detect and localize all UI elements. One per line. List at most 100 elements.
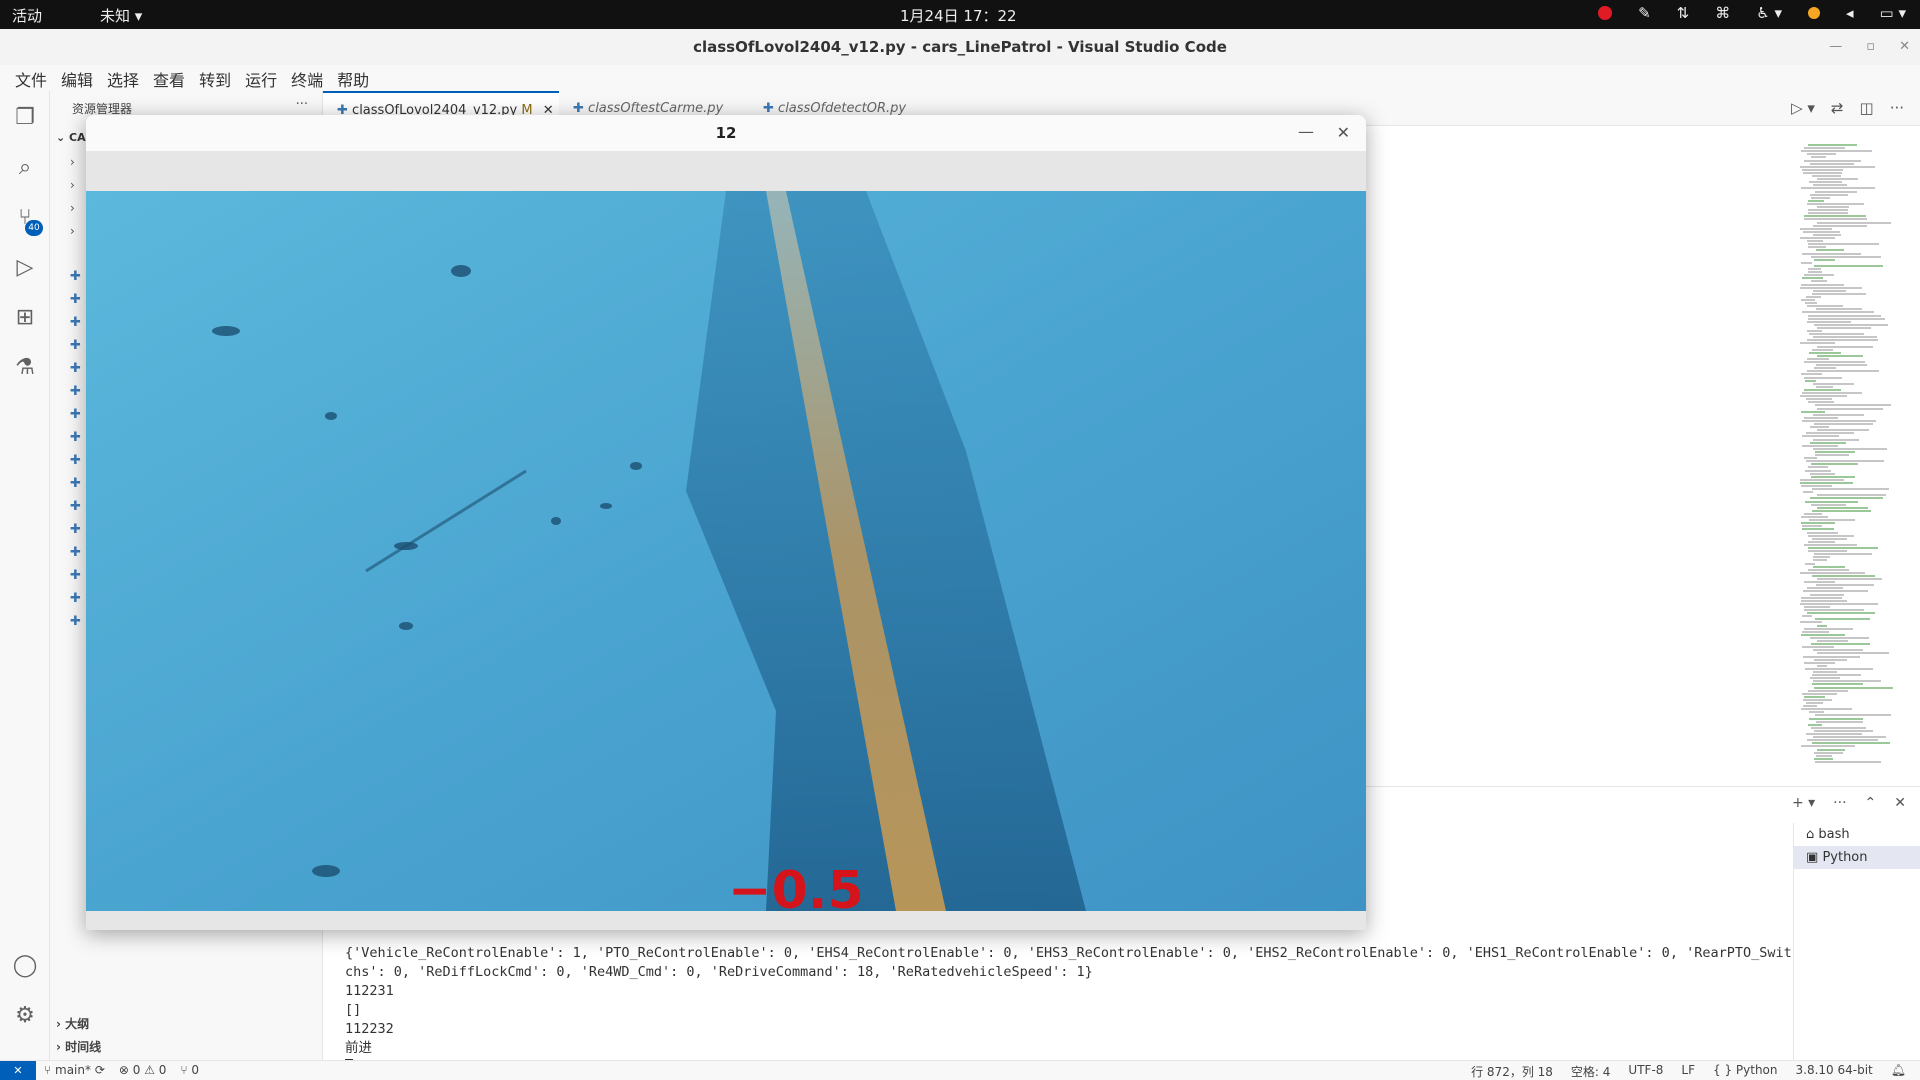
minimap-line xyxy=(1800,481,1853,484)
minimap-line xyxy=(1816,754,1832,757)
close-icon[interactable]: ✕ xyxy=(1899,29,1910,65)
minimap[interactable] xyxy=(1796,144,1906,784)
settings-gear-icon[interactable]: ⚙ xyxy=(12,1003,38,1029)
minimap-line xyxy=(1803,705,1817,708)
accessibility-icon[interactable]: ♿ ▾ xyxy=(1756,4,1782,22)
menu-run[interactable]: 运行 xyxy=(238,65,284,91)
menu-view[interactable]: 查看 xyxy=(146,65,192,91)
new-terminal-icon[interactable]: + ▾ xyxy=(1792,795,1815,811)
minimap-line xyxy=(1808,401,1834,404)
notifications-bell-icon[interactable]: 🔔︎ xyxy=(1891,1063,1906,1080)
ports-indicator[interactable]: ⑂ 0 xyxy=(180,1063,199,1077)
cursor-position[interactable]: 行 872，列 18 xyxy=(1471,1063,1553,1080)
extensions-icon[interactable]: ⊞ xyxy=(12,305,38,331)
search-icon[interactable]: ⌕ xyxy=(12,155,38,181)
minimap-line xyxy=(1808,568,1849,571)
system-top-bar: 活动 未知 ▾ 1月24日 17：22 ✎ ⇅ ⌘ ♿ ▾ ◂ ▭ ▾ xyxy=(0,0,1920,29)
pen-icon[interactable]: ✎ xyxy=(1638,4,1651,22)
terminal-session-bash[interactable]: ⌂ bash xyxy=(1794,823,1920,846)
volume-icon[interactable]: ◂ xyxy=(1846,4,1854,22)
project-folder[interactable]: ⌄ CA xyxy=(56,131,86,144)
minimap-line xyxy=(1817,407,1883,410)
minimap-line xyxy=(1817,748,1845,751)
more-actions-icon[interactable]: ··· xyxy=(1890,99,1904,117)
minimap-line xyxy=(1811,463,1858,466)
minimap-line xyxy=(1804,605,1830,608)
minimap-line xyxy=(1802,692,1837,695)
language-mode[interactable]: { } Python xyxy=(1713,1063,1778,1080)
network-icon[interactable]: ⇅ xyxy=(1677,4,1690,22)
maximize-panel-icon[interactable]: ⌃ xyxy=(1865,795,1877,811)
more-actions-icon[interactable]: ··· xyxy=(296,97,308,112)
account-icon[interactable]: ◯ xyxy=(12,953,38,979)
compare-changes-icon[interactable]: ⇄ xyxy=(1831,99,1844,117)
terminal-session-python[interactable]: ▣ Python xyxy=(1794,846,1920,869)
menu-selection[interactable]: 选择 xyxy=(100,65,146,91)
scm-badge: 40 xyxy=(25,220,43,236)
clock[interactable]: 1月24日 17：22 xyxy=(900,5,1017,26)
terminal-line: 前进 xyxy=(345,1040,372,1056)
minimap-line xyxy=(1812,683,1863,686)
timeline-section[interactable]: › 时间线 xyxy=(56,1038,101,1055)
alert-icon[interactable] xyxy=(1598,6,1613,20)
git-branch[interactable]: ⑂ main* ⟳ xyxy=(44,1063,105,1077)
minimap-line xyxy=(1811,643,1870,646)
minimap-line xyxy=(1804,695,1825,698)
minimap-line xyxy=(1810,497,1883,500)
minimap-line xyxy=(1814,258,1835,261)
python-file-icon: ✚ xyxy=(70,568,81,583)
minimap-line xyxy=(1800,342,1835,345)
more-actions-icon[interactable]: ··· xyxy=(1833,795,1846,811)
run-debug-icon[interactable]: ▷ xyxy=(12,255,38,281)
minimize-icon[interactable]: — xyxy=(1829,29,1842,65)
end-of-line[interactable]: LF xyxy=(1681,1063,1695,1080)
problems-indicator[interactable]: ⊗ 0 ⚠ 0 xyxy=(119,1063,167,1077)
remote-indicator-icon[interactable]: ✕ xyxy=(0,1061,36,1080)
camera-preview-window[interactable]: 12 — ✕ −0.5 xyxy=(86,115,1366,930)
minimap-line xyxy=(1811,726,1866,729)
minimap-line xyxy=(1808,466,1828,469)
status-dot-icon[interactable] xyxy=(1807,7,1820,19)
split-editor-icon[interactable]: ◫ xyxy=(1860,99,1874,117)
minimap-line xyxy=(1807,531,1838,534)
tab-label: classOfdetectOR.py xyxy=(778,101,907,116)
minimap-line xyxy=(1814,729,1873,732)
python-interpreter[interactable]: 3.8.10 64-bit xyxy=(1796,1063,1873,1080)
terminal-line: 112231 xyxy=(345,983,394,999)
minimize-icon[interactable]: — xyxy=(1298,115,1314,149)
testing-icon[interactable]: ⚗ xyxy=(12,355,38,381)
menu-help[interactable]: 帮助 xyxy=(330,65,376,91)
app-menu[interactable]: 未知 ▾ xyxy=(100,5,142,26)
command-icon[interactable]: ⌘ xyxy=(1715,4,1730,22)
system-tray[interactable]: ✎ ⇅ ⌘ ♿ ▾ ◂ ▭ ▾ xyxy=(1598,4,1906,22)
indentation[interactable]: 空格: 4 xyxy=(1571,1063,1611,1080)
menu-terminal[interactable]: 终端 xyxy=(284,65,330,91)
minimap-line xyxy=(1807,240,1823,243)
close-panel-icon[interactable]: ✕ xyxy=(1894,795,1906,811)
menu-file[interactable]: 文件 xyxy=(8,65,54,91)
minimap-line xyxy=(1808,540,1835,543)
python-file-icon: ✚ xyxy=(763,101,774,116)
session-label: Python xyxy=(1822,850,1868,865)
minimap-line xyxy=(1801,261,1812,264)
outline-section[interactable]: › 大纲 xyxy=(56,1015,89,1032)
run-file-icon[interactable]: ▷ ▾ xyxy=(1791,99,1815,117)
camera-window-title: 12 xyxy=(86,115,1366,151)
python-file-icon: ✚ xyxy=(70,361,81,376)
minimap-line xyxy=(1817,345,1873,348)
menu-edit[interactable]: 编辑 xyxy=(54,65,100,91)
minimap-line xyxy=(1806,398,1832,401)
close-icon[interactable]: ✕ xyxy=(1337,115,1350,151)
maximize-icon[interactable]: ▫ xyxy=(1866,29,1875,65)
menu-go[interactable]: 转到 xyxy=(192,65,238,91)
minimap-line xyxy=(1804,416,1838,419)
minimap-line xyxy=(1801,745,1855,748)
minimap-line xyxy=(1808,212,1848,215)
battery-icon[interactable]: ▭ ▾ xyxy=(1880,4,1906,22)
activities-button[interactable]: 活动 xyxy=(12,5,42,26)
explorer-icon[interactable]: ❐ xyxy=(12,105,38,131)
terminal-output[interactable]: {'Vehicle_ReControlEnable': 1, 'PTO_ReCo… xyxy=(345,925,1792,1080)
encoding[interactable]: UTF-8 xyxy=(1628,1063,1663,1080)
minimap-line xyxy=(1804,218,1867,221)
minimap-line xyxy=(1813,736,1886,739)
